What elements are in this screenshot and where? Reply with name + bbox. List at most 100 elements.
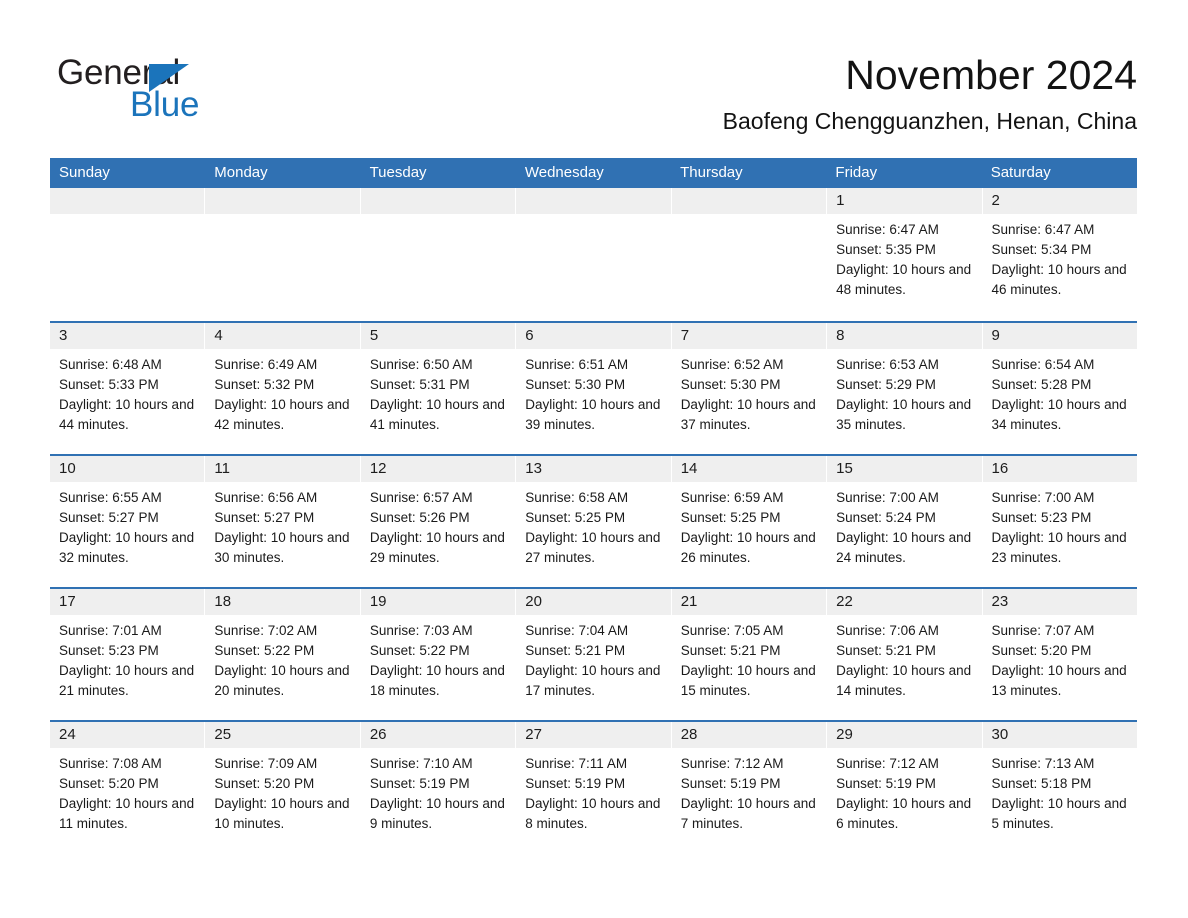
calendar-day-cell[interactable]: 18 Sunrise: 7:02 AM Sunset: 5:22 PM Dayligh… [205, 589, 361, 715]
calendar-day-cell[interactable]: 1 Sunrise: 6:47 AM Sunset: 5:35 PM Daylight… [827, 188, 983, 316]
day-number [205, 188, 360, 214]
day-number: 9 [982, 323, 1137, 349]
sunrise-text: Sunrise: 6:58 AM [525, 490, 629, 505]
calendar-day-cell[interactable]: 10 Sunrise: 6:55 AM Sunset: 5:27 PM Dayligh… [50, 456, 206, 582]
sunrise-text: Sunrise: 6:49 AM [214, 357, 318, 372]
day-number: 7 [671, 323, 827, 349]
sunset-text: Sunset: 5:25 PM [525, 510, 626, 525]
calendar-day-cell[interactable]: 9 Sunrise: 6:54 AM Sunset: 5:28 PM Daylight… [982, 323, 1137, 449]
day-details: Sunrise: 6:48 AM Sunset: 5:33 PM Daylight:… [50, 349, 204, 435]
weekday-header-row: Sunday Monday Tuesday Wednesday Thursday… [50, 158, 1137, 188]
daylight-text: Daylight: 10 hours and 42 minutes. [214, 397, 350, 432]
weekday-header-sunday: Sunday [59, 164, 110, 181]
calendar-day-cell[interactable]: 21 Sunrise: 7:05 AM Sunset: 5:21 PM Dayligh… [671, 589, 828, 715]
day-number: 10 [50, 456, 205, 482]
sunrise-text: Sunrise: 7:07 AM [991, 623, 1095, 638]
day-details: Sunrise: 7:11 AM Sunset: 5:19 PM Daylight:… [516, 748, 670, 834]
daylight-text: Daylight: 10 hours and 18 minutes. [369, 663, 505, 698]
day-number: 1 [827, 188, 982, 214]
daylight-text: Daylight: 10 hours and 13 minutes. [991, 663, 1127, 698]
day-details: Sunrise: 7:00 AM Sunset: 5:23 PM Daylight:… [983, 482, 1137, 568]
calendar-day-cell[interactable]: 11 Sunrise: 6:56 AM Sunset: 5:27 PM Dayligh… [205, 456, 361, 582]
day-details: Sunrise: 6:56 AM Sunset: 5:27 PM Daylight:… [205, 482, 359, 568]
day-number: 19 [360, 589, 516, 615]
sunset-text: Sunset: 5:20 PM [214, 776, 315, 791]
sunrise-text: Sunrise: 7:02 AM [214, 623, 318, 638]
sunrise-text: Sunrise: 7:06 AM [836, 623, 939, 638]
sunrise-text: Sunrise: 7:13 AM [991, 756, 1095, 771]
sunset-text: Sunset: 5:30 PM [680, 377, 781, 392]
day-number: 16 [982, 456, 1137, 482]
sunset-text: Sunset: 5:21 PM [836, 643, 936, 658]
day-number: 13 [516, 456, 671, 482]
calendar-day-cell[interactable]: 15 Sunrise: 7:00 AM Sunset: 5:24 PM Dayligh… [827, 456, 983, 582]
calendar-day-cell[interactable]: 27 Sunrise: 7:11 AM Sunset: 5:19 PM Dayligh… [516, 722, 672, 848]
sunset-text: Sunset: 5:22 PM [214, 643, 315, 658]
day-number: 25 [205, 722, 360, 748]
sunset-text: Sunset: 5:19 PM [836, 776, 936, 791]
day-details: Sunrise: 6:54 AM Sunset: 5:28 PM Daylight:… [983, 349, 1137, 435]
sunrise-text: Sunrise: 7:10 AM [369, 756, 473, 771]
sunset-text: Sunset: 5:19 PM [369, 776, 470, 791]
day-details: Sunrise: 7:09 AM Sunset: 5:20 PM Daylight:… [205, 748, 359, 834]
sunrise-text: Sunrise: 6:50 AM [369, 357, 473, 372]
daylight-text: Daylight: 10 hours and 17 minutes. [525, 663, 661, 698]
sunset-text: Sunset: 5:27 PM [59, 510, 159, 525]
calendar-day-cell[interactable]: 23 Sunrise: 7:07 AM Sunset: 5:20 PM Dayligh… [982, 589, 1137, 715]
calendar-day-cell[interactable]: 24 Sunrise: 7:08 AM Sunset: 5:20 PM Dayligh… [50, 722, 206, 848]
sunrise-text: Sunrise: 7:05 AM [680, 623, 784, 638]
calendar-day-cell[interactable]: 16 Sunrise: 7:00 AM Sunset: 5:23 PM Dayligh… [982, 456, 1137, 582]
sunrise-text: Sunrise: 7:01 AM [59, 623, 162, 638]
day-number: 20 [516, 589, 671, 615]
calendar-day-cell[interactable]: 20 Sunrise: 7:04 AM Sunset: 5:21 PM Dayligh… [516, 589, 672, 715]
daylight-text: Daylight: 10 hours and 32 minutes. [59, 530, 195, 565]
calendar-day-cell[interactable]: 6 Sunrise: 6:51 AM Sunset: 5:30 PM Daylight… [516, 323, 672, 449]
calendar-day-cell[interactable]: 14 Sunrise: 6:59 AM Sunset: 5:25 PM Dayligh… [671, 456, 828, 582]
day-number [360, 188, 516, 214]
calendar-day-cell[interactable]: 3 Sunrise: 6:48 AM Sunset: 5:33 PM Daylight… [50, 323, 206, 449]
sunset-text: Sunset: 5:20 PM [991, 643, 1092, 658]
day-number: 2 [982, 188, 1137, 214]
daylight-text: Daylight: 10 hours and 35 minutes. [836, 397, 972, 432]
calendar-page: General Blue November 2024 Baofeng Cheng… [0, 0, 1188, 918]
calendar-day-cell[interactable]: 5 Sunrise: 6:50 AM Sunset: 5:31 PM Daylight… [360, 323, 517, 449]
generalblue-logo[interactable]: General Blue [57, 53, 357, 125]
calendar-day-cell[interactable]: 12 Sunrise: 6:57 AM Sunset: 5:26 PM Dayligh… [360, 456, 517, 582]
daylight-text: Daylight: 10 hours and 11 minutes. [59, 796, 195, 831]
calendar-day-cell[interactable]: 26 Sunrise: 7:10 AM Sunset: 5:19 PM Dayligh… [360, 722, 517, 848]
day-number: 29 [827, 722, 982, 748]
calendar-day-cell[interactable]: 30 Sunrise: 7:13 AM Sunset: 5:18 PM Dayligh… [982, 722, 1137, 848]
daylight-text: Daylight: 10 hours and 27 minutes. [525, 530, 661, 565]
calendar-day-cell[interactable]: 2 Sunrise: 6:47 AM Sunset: 5:34 PM Daylight… [982, 188, 1137, 316]
calendar-day-cell[interactable]: 4 Sunrise: 6:49 AM Sunset: 5:32 PM Daylight… [205, 323, 361, 449]
sunrise-text: Sunrise: 7:00 AM [836, 490, 939, 505]
sunrise-text: Sunrise: 7:11 AM [525, 756, 628, 771]
day-details: Sunrise: 6:51 AM Sunset: 5:30 PM Daylight:… [516, 349, 670, 435]
calendar-day-cell[interactable]: 8 Sunrise: 6:53 AM Sunset: 5:29 PM Daylight… [827, 323, 983, 449]
calendar-day-cell[interactable]: 28 Sunrise: 7:12 AM Sunset: 5:19 PM Dayligh… [671, 722, 828, 848]
weekday-header-monday: Monday [214, 164, 268, 181]
page-subtitle-location: Baofeng Chengguanzhen, Henan, China [722, 108, 1137, 134]
day-number: 4 [205, 323, 360, 349]
sunset-text: Sunset: 5:19 PM [525, 776, 626, 791]
sunset-text: Sunset: 5:32 PM [214, 377, 315, 392]
sunrise-text: Sunrise: 6:57 AM [369, 490, 473, 505]
sunrise-text: Sunrise: 6:48 AM [59, 357, 162, 372]
calendar-day-cell[interactable]: 22 Sunrise: 7:06 AM Sunset: 5:21 PM Dayligh… [827, 589, 983, 715]
day-number: 8 [827, 323, 982, 349]
calendar-day-cell[interactable]: 25 Sunrise: 7:09 AM Sunset: 5:20 PM Dayligh… [205, 722, 361, 848]
day-number: 3 [50, 323, 205, 349]
sunset-text: Sunset: 5:29 PM [836, 377, 936, 392]
day-number: 28 [671, 722, 827, 748]
calendar-day-cell[interactable]: 17 Sunrise: 7:01 AM Sunset: 5:23 PM Dayligh… [50, 589, 206, 715]
calendar-day-cell[interactable]: 29 Sunrise: 7:12 AM Sunset: 5:19 PM Dayligh… [827, 722, 983, 848]
day-details: Sunrise: 7:03 AM Sunset: 5:22 PM Daylight:… [361, 615, 515, 701]
calendar-day-cell[interactable]: 7 Sunrise: 6:52 AM Sunset: 5:30 PM Daylight… [671, 323, 828, 449]
daylight-text: Daylight: 10 hours and 44 minutes. [59, 397, 195, 432]
weekday-header-thursday: Thursday [680, 164, 743, 181]
daylight-text: Daylight: 10 hours and 5 minutes. [991, 796, 1127, 831]
day-number: 27 [516, 722, 671, 748]
calendar-day-cell[interactable]: 13 Sunrise: 6:58 AM Sunset: 5:25 PM Dayligh… [516, 456, 672, 582]
calendar-day-cell[interactable]: 19 Sunrise: 7:03 AM Sunset: 5:22 PM Dayligh… [360, 589, 517, 715]
title-block: November 2024 Baofeng Chengguanzhen, Hen… [723, 50, 1137, 136]
